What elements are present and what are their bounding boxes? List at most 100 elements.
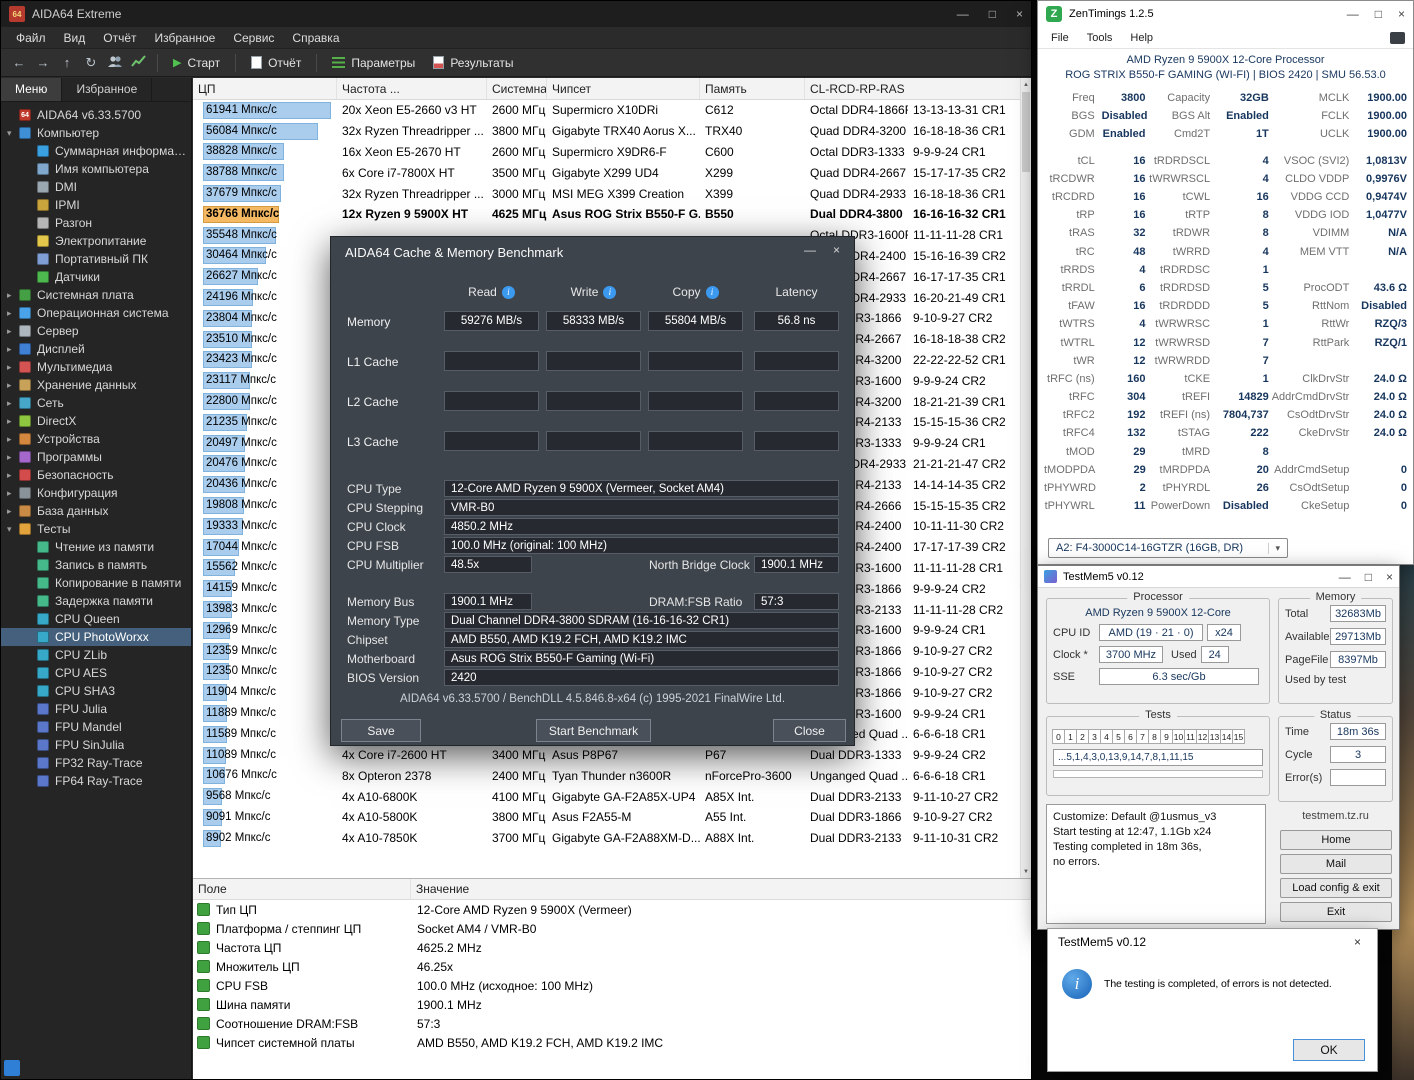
info-icon[interactable]: i bbox=[603, 285, 617, 299]
parameters-button[interactable]: Параметры bbox=[323, 56, 424, 70]
expander-open-icon[interactable]: ▾ bbox=[7, 524, 19, 535]
field-row[interactable]: Тип ЦП 12-Core AMD Ryzen 9 5900X (Vermeer… bbox=[193, 900, 1031, 919]
tree-item[interactable]: Датчики bbox=[1, 268, 191, 286]
users-icon[interactable] bbox=[103, 54, 127, 71]
tree-item[interactable]: Запись в память bbox=[1, 556, 191, 574]
column-header-chipset[interactable]: Чипсет bbox=[547, 78, 700, 99]
field-row[interactable]: Частота ЦП 4625.2 MHz bbox=[193, 938, 1031, 957]
expander-closed-icon[interactable]: ▸ bbox=[7, 326, 19, 337]
tree-item[interactable]: ▸ DirectX bbox=[1, 412, 191, 430]
expander-closed-icon[interactable]: ▸ bbox=[7, 344, 19, 355]
table-row[interactable]: 61941 Мпкс/с 20x Xeon E5-2660 v3 HT 2600 М… bbox=[193, 100, 1031, 121]
close-icon[interactable]: × bbox=[1016, 7, 1023, 21]
tree-item[interactable]: FP64 Ray-Trace bbox=[1, 772, 191, 790]
maximize-icon[interactable]: □ bbox=[1375, 7, 1382, 21]
expander-closed-icon[interactable]: ▸ bbox=[7, 308, 19, 319]
tree-item[interactable]: ▸ База данных bbox=[1, 502, 191, 520]
info-icon[interactable]: i bbox=[501, 285, 515, 299]
tree-item[interactable]: Задержка памяти bbox=[1, 592, 191, 610]
table-row[interactable]: 56084 Мпкс/с 32x Ryzen Threadripper ... 38… bbox=[193, 121, 1031, 142]
table-row[interactable]: 9568 Мпкс/с 4x A10-6800K 4100 МГц Gigabyte … bbox=[193, 786, 1031, 807]
expander-closed-icon[interactable]: ▸ bbox=[7, 380, 19, 391]
field-row[interactable]: Шина памяти 1900.1 MHz bbox=[193, 995, 1031, 1014]
tab-menu[interactable]: Меню bbox=[1, 78, 63, 101]
tree-item[interactable]: ▸ Дисплей bbox=[1, 340, 191, 358]
field-row[interactable]: CPU FSB 100.0 MHz (исходное: 100 MHz) bbox=[193, 976, 1031, 995]
field-row[interactable]: Чипсет системной платы AMD B550, AMD K19.… bbox=[193, 1033, 1031, 1052]
field-row[interactable]: Соотношение DRAM:FSB 57:3 bbox=[193, 1014, 1031, 1033]
start-button[interactable]: ▶ Старт bbox=[164, 56, 229, 70]
start-benchmark-button[interactable]: Start Benchmark bbox=[536, 719, 651, 742]
tree-item[interactable]: ▸ Устройства bbox=[1, 430, 191, 448]
load-config-exit-button[interactable]: Load config & exit bbox=[1280, 878, 1392, 898]
forward-icon[interactable]: → bbox=[31, 55, 55, 70]
tree-item[interactable]: ▾ Компьютер bbox=[1, 124, 191, 142]
tree-item[interactable]: ▸ Безопасность bbox=[1, 466, 191, 484]
tree-item[interactable]: CPU AES bbox=[1, 664, 191, 682]
tree-item[interactable]: FP32 Ray-Trace bbox=[1, 754, 191, 772]
tree-item[interactable]: ▾ Тесты bbox=[1, 520, 191, 538]
scroll-down-icon[interactable]: ▼ bbox=[1021, 865, 1031, 878]
close-button[interactable]: Close bbox=[773, 719, 846, 742]
save-button[interactable]: Save bbox=[341, 719, 421, 742]
back-icon[interactable]: ← bbox=[7, 55, 31, 70]
expander-closed-icon[interactable]: ▸ bbox=[7, 488, 19, 499]
tree-item[interactable]: ▸ Сервер bbox=[1, 322, 191, 340]
taskbar-icon-fragment[interactable] bbox=[4, 1060, 20, 1076]
menu-item[interactable]: Избранное bbox=[146, 29, 225, 47]
report-button[interactable]: Отчёт bbox=[242, 56, 310, 70]
tree-item[interactable]: CPU Queen bbox=[1, 610, 191, 628]
up-icon[interactable]: ↑ bbox=[55, 55, 79, 70]
close-icon[interactable]: × bbox=[1348, 935, 1367, 949]
tree-item[interactable]: Копирование в памяти bbox=[1, 574, 191, 592]
tree-item[interactable]: CPU ZLib bbox=[1, 646, 191, 664]
column-header-field[interactable]: Поле bbox=[193, 879, 411, 899]
column-header-value[interactable]: Значение bbox=[411, 879, 1031, 899]
expander-closed-icon[interactable]: ▸ bbox=[7, 362, 19, 373]
minimize-icon[interactable]: — bbox=[1347, 7, 1359, 21]
chart-icon[interactable] bbox=[127, 54, 151, 71]
close-icon[interactable]: × bbox=[1386, 570, 1393, 584]
tree-item[interactable]: ▸ Конфигурация bbox=[1, 484, 191, 502]
menu-item[interactable]: Отчёт bbox=[94, 29, 145, 47]
tree-item[interactable]: ▸ Мультимедиа bbox=[1, 358, 191, 376]
tab-favorites[interactable]: Избранное bbox=[62, 78, 153, 101]
tree-item[interactable]: ▸ Хранение данных bbox=[1, 376, 191, 394]
menu-item[interactable]: Вид bbox=[55, 29, 95, 47]
tree-item[interactable]: Портативный ПК bbox=[1, 250, 191, 268]
screenshot-icon[interactable] bbox=[1390, 31, 1405, 44]
results-button[interactable]: Результаты bbox=[424, 56, 522, 70]
expander-closed-icon[interactable]: ▸ bbox=[7, 416, 19, 427]
column-header-motherboard[interactable]: Системная плата bbox=[487, 78, 547, 99]
vertical-scrollbar[interactable]: ▲ ▼ bbox=[1020, 78, 1031, 878]
column-header-memory[interactable]: Память bbox=[700, 78, 805, 99]
tree-item[interactable]: CPU PhotoWorxx bbox=[1, 628, 191, 646]
tree-item[interactable]: CPU SHA3 bbox=[1, 682, 191, 700]
table-row[interactable]: 11089 Мпкс/с 4x Core i7-2600 HT 3400 МГц As… bbox=[193, 745, 1031, 766]
tree-item[interactable]: ▸ Программы bbox=[1, 448, 191, 466]
exit-button[interactable]: Exit bbox=[1280, 902, 1392, 922]
tree-item[interactable]: DMI bbox=[1, 178, 191, 196]
tree-item[interactable]: Чтение из памяти bbox=[1, 538, 191, 556]
menu-item[interactable]: File bbox=[1042, 30, 1078, 46]
table-row[interactable]: 36766 Мпкс/с 12x Ryzen 9 5900X HT 4625 МГц… bbox=[193, 204, 1031, 225]
menu-item[interactable]: Справка bbox=[283, 29, 348, 47]
mail-button[interactable]: Mail bbox=[1280, 854, 1392, 874]
close-icon[interactable]: × bbox=[1398, 7, 1405, 21]
ok-button[interactable]: OK bbox=[1293, 1039, 1365, 1061]
close-icon[interactable]: × bbox=[833, 243, 840, 257]
tree-item[interactable]: FPU Mandel bbox=[1, 718, 191, 736]
minimize-icon[interactable]: — bbox=[804, 243, 816, 257]
expander-closed-icon[interactable]: ▸ bbox=[7, 290, 19, 301]
maximize-icon[interactable]: □ bbox=[989, 7, 996, 21]
tree-item[interactable]: Суммарная информация bbox=[1, 142, 191, 160]
tree-item[interactable]: ▸ Сеть bbox=[1, 394, 191, 412]
table-row[interactable]: 8902 Мпкс/с 4x A10-7850K 3700 МГц Gigabyte … bbox=[193, 828, 1031, 849]
dimm-select[interactable]: A2: F4-3000C14-16GTZR (16GB, DR) ▾ bbox=[1048, 538, 1288, 558]
table-row[interactable]: 10676 Мпкс/с 8x Opteron 2378 2400 МГц Tyan … bbox=[193, 766, 1031, 787]
table-row[interactable]: 37679 Мпкс/с 32x Ryzen Threadripper ... 30… bbox=[193, 183, 1031, 204]
tree-item[interactable]: 64 AIDA64 v6.33.5700 bbox=[1, 106, 191, 124]
table-row[interactable]: 9091 Мпкс/с 4x A10-5800K 3800 МГц Asus F2A5… bbox=[193, 807, 1031, 828]
expander-closed-icon[interactable]: ▸ bbox=[7, 398, 19, 409]
tree-item[interactable]: FPU Julia bbox=[1, 700, 191, 718]
